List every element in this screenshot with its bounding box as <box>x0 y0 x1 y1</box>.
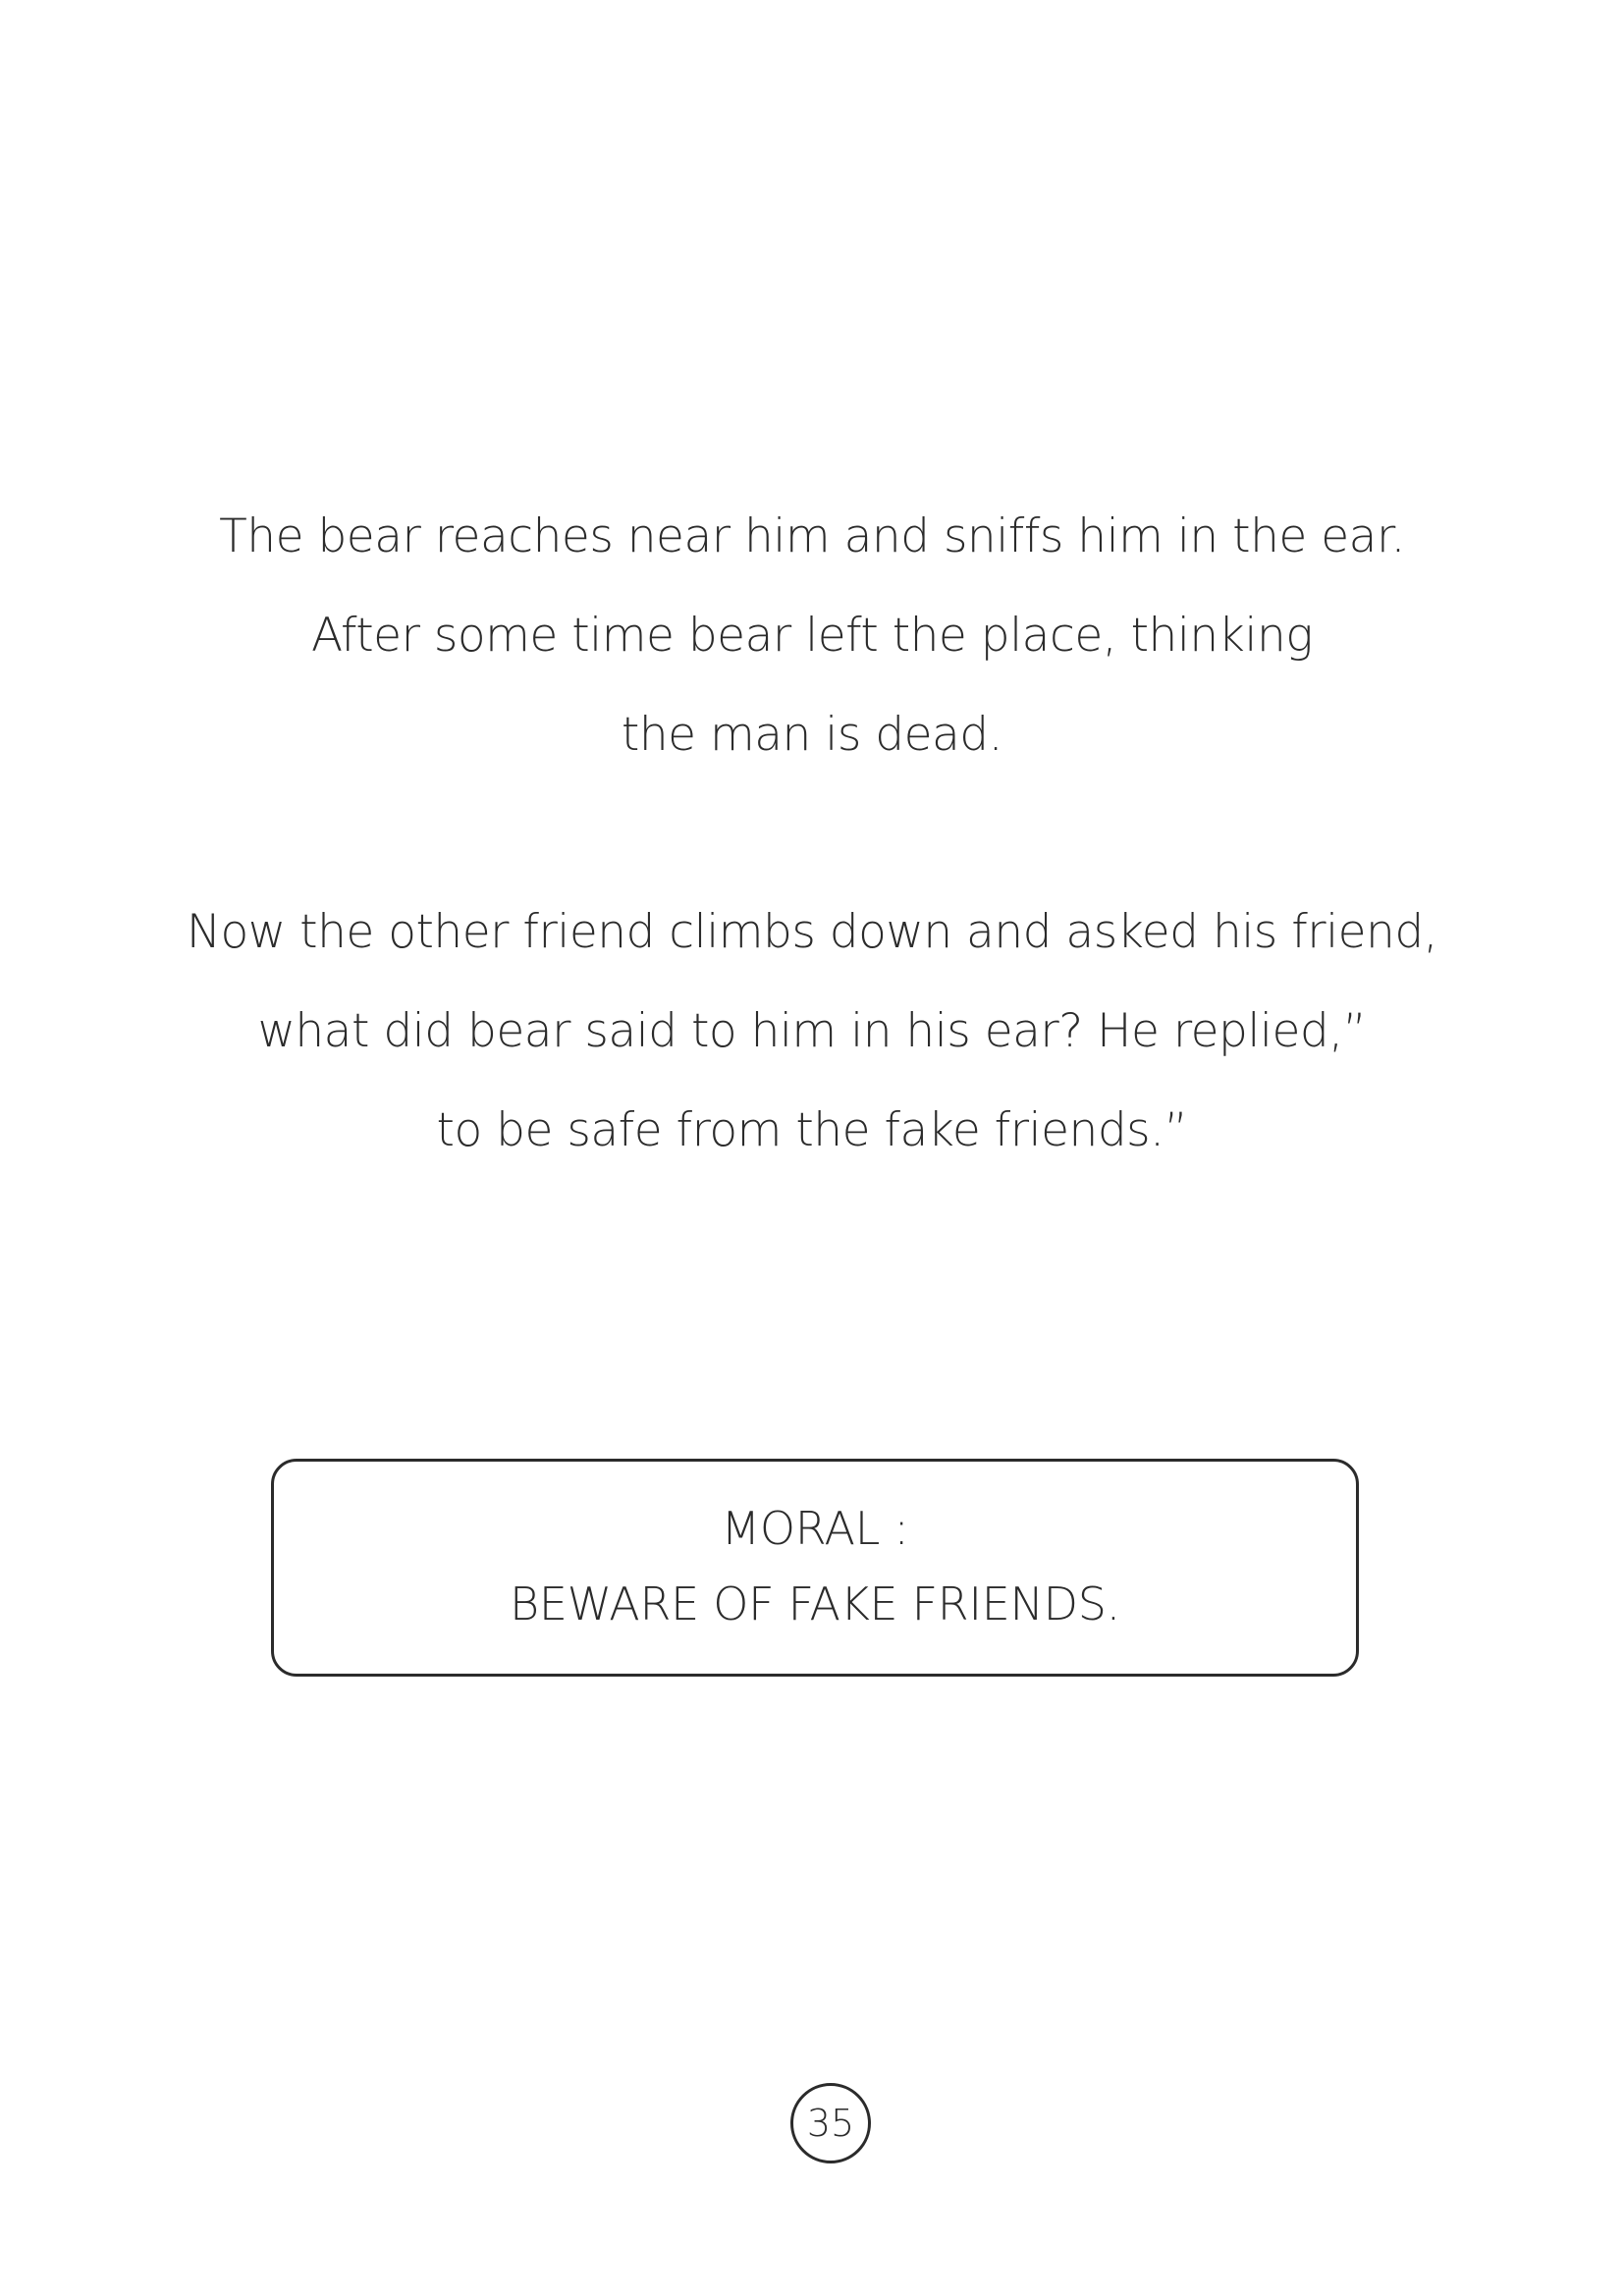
story-paragraph-1: The bear reaches near him and sniffs him… <box>0 487 1624 784</box>
story-line: After some time bear left the place, thi… <box>311 609 1313 663</box>
moral-box: MORAL : BEWARE OF FAKE FRIENDS. <box>271 1459 1359 1677</box>
story-line: The bear reaches near him and sniffs him… <box>219 509 1405 563</box>
story-line: what did bear said to him in his ear? He… <box>257 1004 1367 1058</box>
page-number: 35 <box>790 2083 871 2163</box>
story-line: to be safe from the fake friends.” <box>436 1103 1188 1157</box>
moral-heading: MORAL : <box>721 1502 909 1555</box>
page: The bear reaches near him and sniffs him… <box>0 0 1624 2296</box>
story-line: the man is dead. <box>621 708 1003 762</box>
moral-text: BEWARE OF FAKE FRIENDS. <box>510 1577 1120 1630</box>
story-paragraph-2: Now the other friend climbs down and ask… <box>0 882 1624 1180</box>
story-line: Now the other friend climbs down and ask… <box>186 905 1438 959</box>
